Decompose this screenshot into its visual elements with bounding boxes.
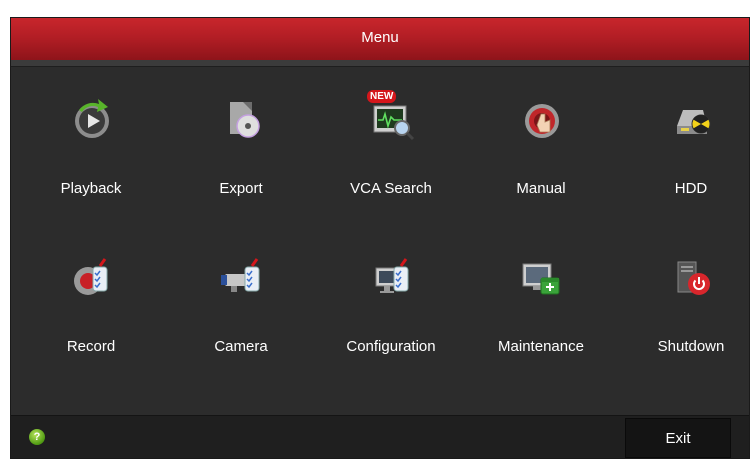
exit-button[interactable]: Exit [625,418,731,458]
playback-icon [75,99,109,138]
help-icon[interactable]: ? [29,429,45,445]
new-badge: NEW [367,90,397,103]
export-icon [230,102,260,138]
shutdown-icon [677,261,710,295]
menu-item-vca-search[interactable]: NEW VCA Search [316,86,466,206]
menu-item-label: Shutdown [657,338,725,355]
menu-item-record[interactable]: Record [16,244,166,364]
window-title: Menu [361,29,399,46]
title-bar: Menu [11,18,749,67]
menu-item-label: Record [66,338,116,355]
menu-item-maintenance[interactable]: Maintenance [466,244,616,364]
camera-icon [221,258,260,292]
menu-item-label: Camera [214,338,268,355]
menu-item-hdd[interactable]: HDD [616,86,750,206]
record-icon [74,258,108,295]
configuration-icon [375,258,409,293]
menu-item-camera[interactable]: Camera [166,244,316,364]
menu-item-label: VCA Search [350,180,432,197]
hdd-icon [677,110,711,134]
footer-bar: ? Exit [11,415,749,458]
menu-item-label: Playback [60,180,122,197]
menu-item-label: HDD [674,180,708,197]
menu-item-playback[interactable]: Playback [16,86,166,206]
title-separator [11,60,749,67]
manual-icon [525,104,559,138]
menu-item-shutdown[interactable]: Shutdown [616,244,750,364]
maintenance-icon [522,263,560,295]
menu-item-configuration[interactable]: Configuration [316,244,466,364]
menu-item-label: Export [219,180,263,197]
menu-item-manual[interactable]: Manual [466,86,616,206]
menu-item-label: Configuration [346,338,436,355]
menu-window: Menu Playback Export NEW VCA Search Manu… [10,17,750,459]
menu-item-label: Maintenance [498,338,584,355]
menu-item-label: Manual [516,180,566,197]
menu-item-export[interactable]: Export [166,86,316,206]
